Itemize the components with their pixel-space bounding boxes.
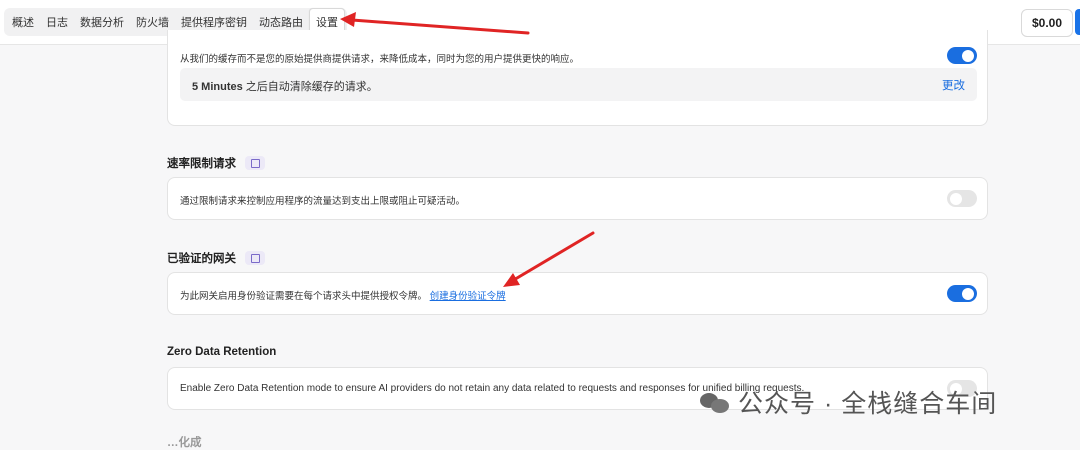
- create-auth-token-link[interactable]: 创建身份验证令牌: [430, 291, 506, 302]
- wechat-icon: [700, 391, 730, 413]
- watermark-text: 公众号 · 全栈缝合车间: [738, 390, 998, 418]
- zdr-heading: Zero Data Retention: [167, 346, 276, 358]
- top-right-button[interactable]: [1075, 9, 1080, 35]
- caching-toggle[interactable]: [947, 47, 977, 64]
- rate-limit-title: 速率限制请求: [167, 158, 236, 170]
- watermark: 公众号 · 全栈缝合车间: [700, 384, 997, 420]
- docs-icon[interactable]: [245, 251, 265, 265]
- balance-button[interactable]: $0.00: [1021, 9, 1073, 37]
- caching-card: 从我们的缓存而不是您的原始提供商提供请求，来降低成本，同时为您的用户提供更快的响…: [167, 30, 988, 126]
- toggle-knob: [962, 287, 974, 300]
- zdr-title: Zero Data Retention: [167, 346, 277, 358]
- cache-expiry-suffix: 之后自动清除缓存的请求。: [242, 81, 378, 93]
- change-expiry-button[interactable]: 更改: [942, 77, 965, 93]
- rate-limit-description: 通过限制请求来控制应用程序的流量达到支出上限或阻止可疑活动。: [180, 196, 466, 207]
- next-section-title: …化成: [167, 437, 202, 449]
- auth-gateway-card: 为此网关启用身份验证需要在每个请求头中提供授权令牌。 创建身份验证令牌: [167, 272, 988, 315]
- cache-expiry-value: 5 Minutes: [192, 81, 243, 93]
- toggle-knob: [950, 192, 962, 205]
- auth-gateway-text: 为此网关启用身份验证需要在每个请求头中提供授权令牌。: [180, 291, 428, 302]
- rate-limit-card: 通过限制请求来控制应用程序的流量达到支出上限或阻止可疑活动。: [167, 177, 988, 220]
- auth-gateway-description: 为此网关启用身份验证需要在每个请求头中提供授权令牌。 创建身份验证令牌: [180, 288, 506, 302]
- cache-expiry-text: 5 Minutes 之后自动清除缓存的请求。: [192, 78, 378, 94]
- tab-logs[interactable]: 日志: [40, 9, 74, 35]
- caching-description: 从我们的缓存而不是您的原始提供商提供请求，来降低成本，同时为您的用户提供更快的响…: [180, 54, 580, 65]
- tab-overview[interactable]: 概述: [6, 9, 40, 35]
- docs-icon[interactable]: [245, 156, 265, 170]
- tab-analytics[interactable]: 数据分析: [74, 9, 130, 35]
- rate-limit-heading: 速率限制请求: [167, 155, 265, 171]
- cache-expiry-box: 5 Minutes 之后自动清除缓存的请求。 更改: [180, 68, 977, 101]
- auth-gateway-toggle[interactable]: [947, 285, 977, 302]
- auth-gateway-title: 已验证的网关: [167, 253, 236, 265]
- rate-limit-toggle[interactable]: [947, 190, 977, 207]
- auth-gateway-heading: 已验证的网关: [167, 250, 265, 266]
- toggle-knob: [962, 49, 974, 62]
- next-section-heading: …化成: [167, 434, 202, 450]
